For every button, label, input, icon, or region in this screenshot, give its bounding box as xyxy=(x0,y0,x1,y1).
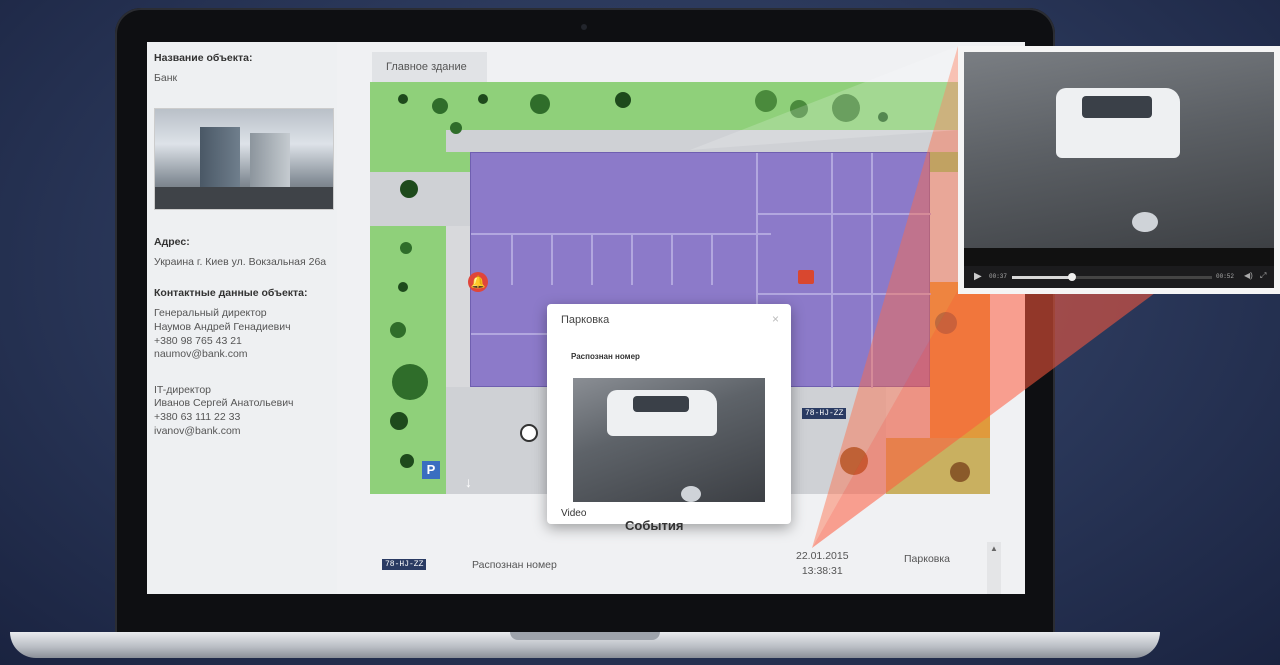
event-text: Распознан номер xyxy=(472,559,557,571)
plate-badge[interactable]: 78-HJ-ZZ xyxy=(802,408,847,419)
total-time: 00:52 xyxy=(1216,273,1235,280)
contact-card: Генеральный директор Наумов Андрей Генад… xyxy=(154,307,330,362)
event-time: 13:38:31 xyxy=(801,564,843,577)
fullscreen-icon[interactable]: ⤢ xyxy=(1260,271,1266,281)
building-photo xyxy=(154,107,334,210)
fire-alarm-icon[interactable] xyxy=(798,270,814,284)
camera-video[interactable]: ▶ 00:37 00:52 ◀) ⤢ xyxy=(964,52,1274,288)
base-notch xyxy=(510,632,660,640)
contact-phone: +380 63 111 22 33 xyxy=(154,411,241,424)
player-controls: ▶ 00:37 00:52 ◀) ⤢ xyxy=(964,266,1274,288)
events-title: События xyxy=(625,518,684,533)
arrow-down-icon: ↓ xyxy=(465,474,472,490)
contact-role: Генеральный директор xyxy=(154,307,267,320)
video-label[interactable]: Video xyxy=(561,508,586,519)
contact-email[interactable]: ivanov@bank.com xyxy=(154,425,330,439)
progress-fill xyxy=(1012,276,1072,279)
webcam-icon xyxy=(581,24,587,30)
contact-name: Наумов Андрей Генадиевич xyxy=(154,320,291,333)
grass-area xyxy=(370,82,446,172)
close-icon[interactable]: × xyxy=(772,312,779,326)
alarm-bell-icon[interactable]: 🔔 xyxy=(468,272,488,292)
tab-main-building[interactable]: Главное здание xyxy=(372,52,487,82)
object-name: Банк xyxy=(154,72,178,84)
parking-icon: P xyxy=(422,461,440,479)
progress-handle[interactable] xyxy=(1068,273,1076,281)
contact-phone: +380 98 765 43 21 xyxy=(154,334,242,347)
event-date: 22.01.2015 xyxy=(796,550,849,562)
app-screen: Название объекта: Банк Адрес: Украина г.… xyxy=(147,42,1025,594)
play-icon[interactable]: ▶ xyxy=(974,271,982,282)
camera-scene xyxy=(964,52,1274,248)
scroll-up-icon[interactable]: ▲ xyxy=(990,544,998,553)
event-datetime: 22.01.2015 13:38:31 xyxy=(796,549,849,578)
road xyxy=(370,172,470,226)
road xyxy=(446,130,990,152)
plate-badge: 78-HJ-ZZ xyxy=(382,559,427,570)
contact-email[interactable]: naumov@bank.com xyxy=(154,348,330,362)
popup-title: Парковка xyxy=(561,314,610,326)
popup-subtitle: Распознан номер xyxy=(571,352,640,361)
table-row[interactable]: 78-HJ-ZZ Распознан номер 22.01.2015 13:3… xyxy=(382,547,1002,587)
current-time: 00:37 xyxy=(989,273,1008,280)
parking-popup[interactable]: Парковка × Распознан номер Video xyxy=(547,304,791,524)
camera-player[interactable]: ▶ 00:37 00:52 ◀) ⤢ xyxy=(958,46,1280,294)
contacts-label: Контактные данные объекта: xyxy=(154,287,308,300)
contact-role: IT-директор xyxy=(154,383,212,396)
clock-icon[interactable] xyxy=(520,424,538,442)
address-text: Украина г. Киев ул. Вокзальная 26а xyxy=(154,255,327,268)
progress-bar[interactable] xyxy=(1012,273,1212,281)
volume-icon[interactable]: ◀) xyxy=(1244,271,1253,280)
object-info-panel: Название объекта: Банк Адрес: Украина г.… xyxy=(147,42,337,594)
popup-video-frame[interactable] xyxy=(573,378,765,502)
contact-name: Иванов Сергей Анатольевич xyxy=(154,397,294,410)
address-label: Адрес: xyxy=(154,235,190,248)
contact-card: IT-директор Иванов Сергей Анатольевич +3… xyxy=(154,384,330,439)
event-place: Парковка xyxy=(904,553,951,565)
object-name-label: Название объекта: xyxy=(154,52,253,64)
laptop-base xyxy=(10,632,1160,658)
